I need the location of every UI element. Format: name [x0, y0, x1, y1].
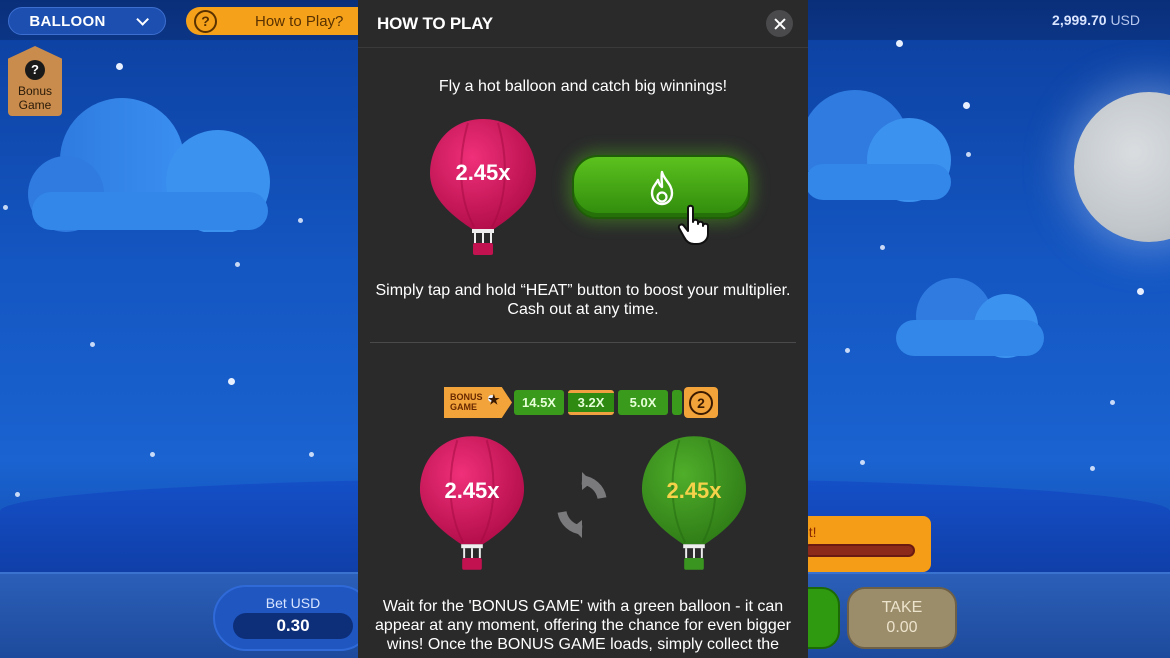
star: [15, 492, 20, 497]
divider: [370, 342, 796, 343]
chevron-down-icon: [135, 12, 149, 26]
star: [228, 378, 235, 385]
refresh-icon: [557, 472, 607, 538]
multiplier-chip-active: 3.2X: [568, 390, 614, 415]
star: [896, 40, 903, 47]
cloud: [805, 90, 951, 202]
bet-value[interactable]: 0.30: [233, 613, 353, 639]
close-icon[interactable]: [766, 10, 793, 37]
balloon-multiplier: 2.45x: [455, 160, 511, 185]
star: [963, 102, 970, 109]
cloud: [28, 98, 270, 232]
star: [1137, 288, 1144, 295]
star: [3, 205, 8, 210]
heat-button-demo: [572, 155, 750, 219]
star: [860, 460, 865, 465]
red-balloon: [430, 119, 536, 255]
modal-header: HOW TO PLAY: [358, 0, 808, 48]
green-balloon: [641, 436, 747, 570]
star: [1090, 466, 1095, 471]
green-balloon-multiplier: 2.45x: [666, 478, 722, 503]
bonus-game-chip: BONUS GAME ★: [444, 387, 512, 418]
star: [116, 63, 123, 70]
star: [309, 452, 314, 457]
bonus-text-line1: Wait for the 'BONUS GAME' with a green b…: [382, 598, 784, 615]
heat-instruction-line1: Simply tap and hold “HEAT” button to boo…: [375, 282, 791, 299]
star: [298, 218, 303, 223]
star-icon: ★: [488, 392, 500, 407]
game-select-dropdown[interactable]: BALLOON: [8, 7, 166, 35]
bonus-count-chip: 2: [684, 387, 718, 418]
how-to-play-label: How to Play?: [255, 12, 344, 30]
red-balloon-multiplier: 2.45x: [444, 478, 500, 503]
bonus-progress-bar: [803, 544, 915, 557]
game-name: BALLOON: [29, 12, 106, 30]
bet-label: Bet USD: [265, 595, 321, 611]
bonus-chip-line2: GAME: [450, 402, 477, 412]
flame-icon: [650, 170, 674, 206]
modal-title: HOW TO PLAY: [377, 14, 493, 33]
bonus-text-line3: wins! Once the BONUS GAME loads, simply …: [386, 636, 780, 653]
bet-control[interactable]: Bet USD 0.30: [213, 585, 373, 651]
star: [150, 452, 155, 457]
star: [880, 245, 885, 250]
multiplier-strip: BONUS GAME ★ 14.5X 3.2X 5.0X 2: [444, 385, 722, 420]
star: [235, 262, 240, 267]
star: [845, 348, 850, 353]
star: [90, 342, 95, 347]
hand-pointer-icon: [677, 204, 709, 245]
multiplier-chip: 14.5X: [514, 390, 564, 415]
balance-amount: 2,999.70: [1052, 12, 1107, 28]
bonus-game-label: Bonus Game: [17, 84, 53, 112]
multiplier-chip: 5.0X: [618, 390, 668, 415]
star: [966, 152, 971, 157]
bonus-game-badge[interactable]: ? Bonus Game: [8, 46, 62, 116]
bonus-count: 2: [689, 390, 713, 415]
intro-text: Fly a hot balloon and catch big winnings…: [438, 78, 728, 95]
take-button[interactable]: TAKE 0.00: [847, 587, 957, 649]
red-balloon: [419, 436, 525, 570]
how-to-play-button[interactable]: ? How to Play?: [186, 7, 376, 35]
star: [1110, 400, 1115, 405]
bonus-text-line2: appear at any moment, offering the chanc…: [375, 617, 791, 634]
balance-currency: USD: [1110, 12, 1140, 28]
take-label: TAKE: [881, 599, 923, 616]
bonus-chip-line1: BONUS: [450, 392, 483, 402]
question-icon: ?: [194, 9, 217, 33]
multiplier-chip: [672, 390, 682, 415]
bonus-progress-tile: et!: [797, 516, 931, 572]
balance: 2,999.70 USD: [1052, 12, 1140, 28]
how-to-play-modal: HOW TO PLAY Fly a hot balloon and catch …: [358, 0, 808, 658]
question-icon: ?: [25, 60, 45, 80]
cloud: [896, 278, 1044, 358]
heat-instruction-line2: Cash out at any time.: [507, 301, 659, 318]
take-value: 0.00: [886, 619, 918, 636]
